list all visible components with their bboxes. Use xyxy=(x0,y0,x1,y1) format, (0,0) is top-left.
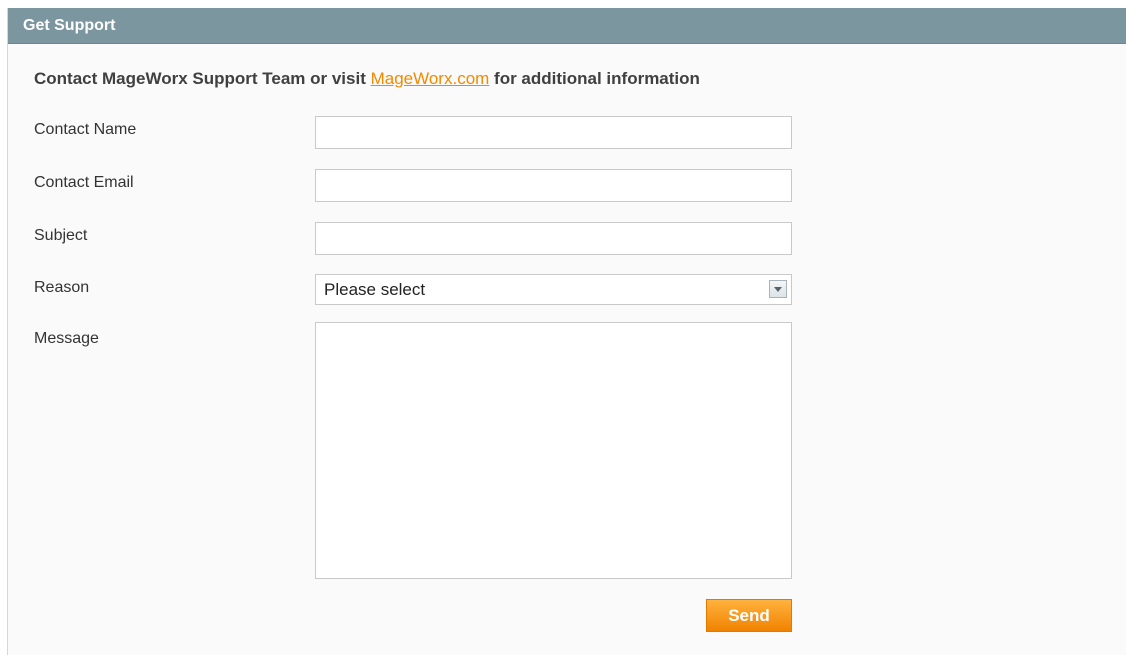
intro-text: Contact MageWorx Support Team or visit M… xyxy=(34,69,700,89)
contact-email-label: Contact Email xyxy=(34,174,134,191)
intro-prefix: Contact MageWorx Support Team or visit xyxy=(34,69,371,88)
subject-label: Subject xyxy=(34,227,88,244)
contact-email-input[interactable] xyxy=(315,169,792,202)
message-label: Message xyxy=(34,330,99,347)
reason-selected-value: Please select xyxy=(324,280,426,299)
reason-label: Reason xyxy=(34,279,90,296)
contact-name-input[interactable] xyxy=(315,116,792,149)
subject-input[interactable] xyxy=(315,222,792,255)
contact-name-label: Contact Name xyxy=(34,121,137,138)
message-textarea[interactable] xyxy=(315,322,792,579)
get-support-panel: Get Support Contact MageWorx Support Tea… xyxy=(7,8,1126,655)
panel-title: Get Support xyxy=(23,17,116,34)
chevron-down-icon[interactable] xyxy=(769,280,787,298)
panel-header: Get Support xyxy=(8,8,1126,44)
send-button[interactable]: Send xyxy=(706,599,792,632)
mageworx-link[interactable]: MageWorx.com xyxy=(371,69,490,88)
intro-suffix: for additional information xyxy=(489,69,700,88)
reason-select[interactable]: Please select xyxy=(315,274,792,305)
